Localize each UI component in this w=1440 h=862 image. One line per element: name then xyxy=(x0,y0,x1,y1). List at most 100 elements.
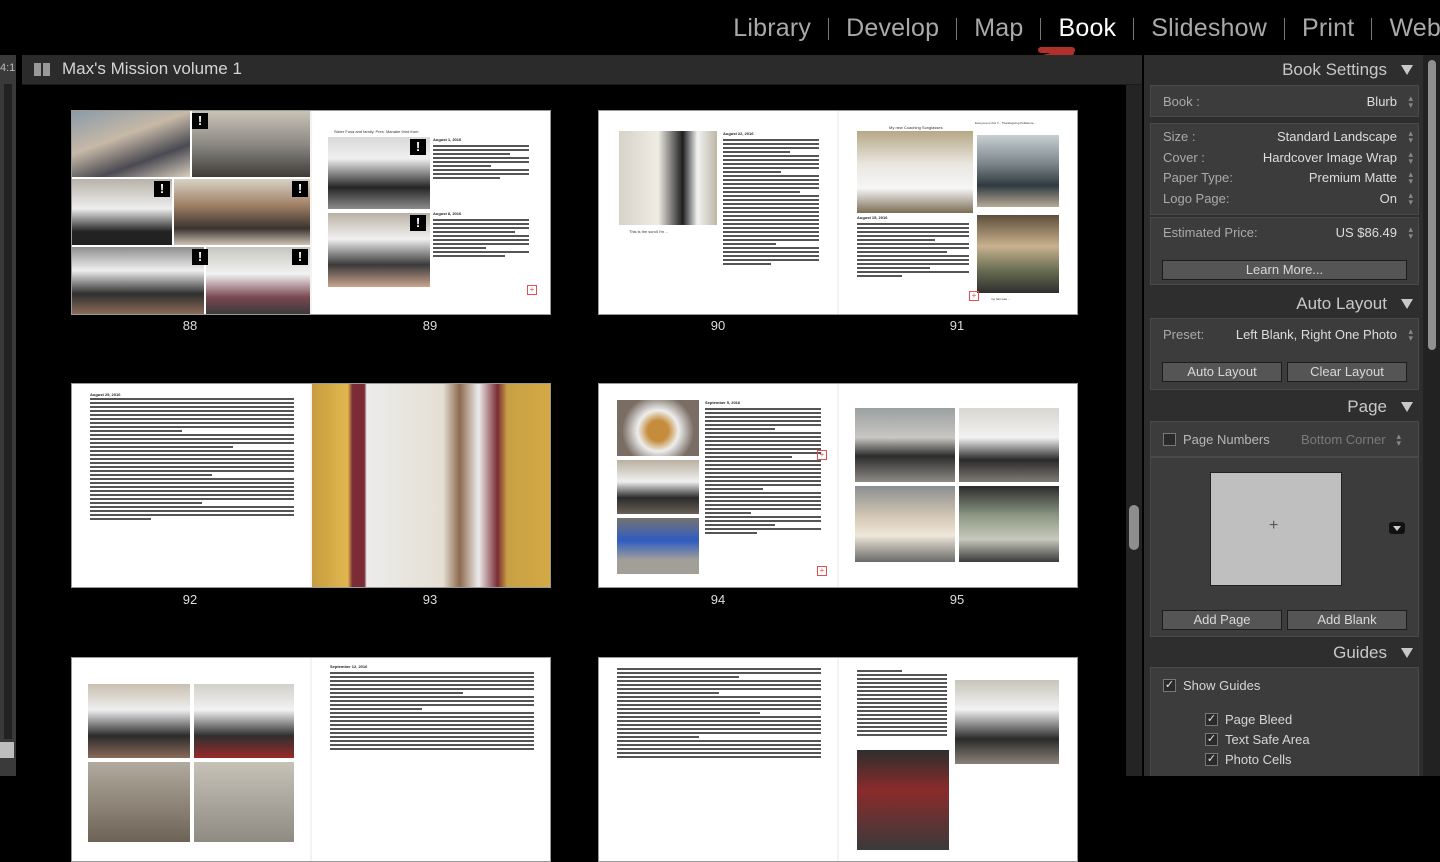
photo-cell[interactable] xyxy=(857,750,949,850)
add-blank-button[interactable]: Add Blank xyxy=(1287,610,1407,630)
photo-cell[interactable] xyxy=(855,408,955,482)
low-resolution-warning-icon[interactable]: ! xyxy=(410,215,426,231)
grid-scrollbar-track[interactable] xyxy=(1126,85,1142,776)
multi-page-view-icon[interactable] xyxy=(34,63,50,76)
module-library[interactable]: Library xyxy=(716,14,828,43)
journal-text-block[interactable] xyxy=(330,672,534,752)
collapse-triangle-icon[interactable] xyxy=(1401,299,1413,309)
low-resolution-warning-icon[interactable]: ! xyxy=(154,181,170,197)
low-resolution-warning-icon[interactable]: ! xyxy=(410,139,426,155)
photo-cell[interactable] xyxy=(72,247,204,314)
photo-cell[interactable] xyxy=(192,111,310,177)
clear-layout-button[interactable]: Clear Layout xyxy=(1287,362,1407,382)
low-resolution-warning-icon[interactable]: ! xyxy=(292,181,308,197)
book-page-95[interactable] xyxy=(839,384,1077,587)
collapse-triangle-icon[interactable] xyxy=(1401,402,1413,412)
left-scrollbar-track[interactable] xyxy=(4,84,12,739)
photo-cell[interactable] xyxy=(959,408,1059,482)
stepper-icon[interactable]: ▴ ▾ xyxy=(1408,94,1413,110)
book-page-97[interactable]: September 12, 2016 xyxy=(312,658,550,861)
module-book[interactable]: Book xyxy=(1041,14,1133,43)
grid-scrollbar-thumb[interactable] xyxy=(1129,505,1139,550)
book-page-98[interactable] xyxy=(599,658,837,861)
left-scrollbar-thumb[interactable] xyxy=(0,742,14,758)
journal-text-block[interactable] xyxy=(705,408,821,536)
book-page-91[interactable]: My new Coaching Sunglasses Everyone is t… xyxy=(839,111,1077,314)
journal-text-block[interactable] xyxy=(857,670,947,738)
module-map[interactable]: Map xyxy=(957,14,1040,43)
journal-text-block[interactable] xyxy=(857,223,969,279)
overflow-text-icon[interactable]: + xyxy=(817,450,827,460)
page-template-preview[interactable]: + xyxy=(1210,472,1342,586)
photo-cell[interactable] xyxy=(959,486,1059,562)
photo-cell[interactable] xyxy=(619,131,717,225)
template-dropdown-icon[interactable] xyxy=(1389,522,1405,534)
book-spread-94-95[interactable]: September 5, 2016 + + xyxy=(598,383,1078,588)
show-guides-checkbox[interactable]: ✓ xyxy=(1163,679,1176,692)
guides-header[interactable]: Guides xyxy=(1144,639,1423,667)
page-bleed-checkbox[interactable]: ✓ xyxy=(1205,713,1218,726)
module-print[interactable]: Print xyxy=(1285,14,1371,43)
book-value[interactable]: Blurb xyxy=(1367,94,1397,109)
size-row[interactable]: Size : Standard Landscape ▴ ▾ xyxy=(1163,129,1413,145)
preset-value[interactable]: Left Blank, Right One Photo xyxy=(1236,327,1397,342)
photo-cell[interactable] xyxy=(977,135,1059,207)
book-spread-92-93[interactable]: August 29, 2016 xyxy=(71,383,551,588)
book-spread-96-97[interactable]: September 12, 2016 xyxy=(71,657,551,862)
low-resolution-warning-icon[interactable]: ! xyxy=(292,249,308,265)
photo-cell[interactable] xyxy=(617,518,699,574)
journal-text-block[interactable] xyxy=(433,219,529,259)
page-header[interactable]: Page xyxy=(1144,393,1423,421)
stepper-icon[interactable]: ▴ ▾ xyxy=(1408,170,1413,186)
photo-cell[interactable] xyxy=(955,680,1059,764)
book-page-89[interactable]: Sister Fusa and family. Pres. Manabe thi… xyxy=(312,111,550,314)
book-spread-88-89[interactable]: ! ! ! ! ! Sister Fusa and family. Pres. … xyxy=(71,110,551,315)
paper-type-row[interactable]: Paper Type: Premium Matte ▴ ▾ xyxy=(1163,170,1413,186)
text-safe-area-checkbox[interactable]: ✓ xyxy=(1205,733,1218,746)
preset-row[interactable]: Preset: Left Blank, Right One Photo ▴ ▾ xyxy=(1163,327,1413,343)
photo-cell[interactable] xyxy=(194,762,294,842)
book-vendor-row[interactable]: Book : Blurb ▴ ▾ xyxy=(1163,94,1413,110)
collapse-triangle-icon[interactable] xyxy=(1401,648,1413,658)
module-slideshow[interactable]: Slideshow xyxy=(1134,14,1284,43)
overflow-text-icon[interactable]: + xyxy=(969,291,979,301)
right-panel-scrollbar-thumb[interactable] xyxy=(1428,60,1436,350)
zoom-level-label[interactable]: 4:1 xyxy=(0,62,15,74)
add-page-button[interactable]: Add Page xyxy=(1162,610,1282,630)
photo-cell[interactable] xyxy=(194,684,294,758)
auto-layout-header[interactable]: Auto Layout xyxy=(1144,290,1423,318)
journal-text-block[interactable] xyxy=(90,398,294,522)
book-page-92[interactable]: August 29, 2016 xyxy=(72,384,310,587)
photo-cell[interactable] xyxy=(174,179,310,245)
book-page-93[interactable] xyxy=(312,384,550,587)
journal-text-block[interactable] xyxy=(433,145,529,181)
book-page-96[interactable] xyxy=(72,658,310,861)
book-page-94[interactable]: September 5, 2016 + + xyxy=(599,384,837,587)
photo-cell[interactable] xyxy=(312,384,550,587)
module-develop[interactable]: Develop xyxy=(829,14,956,43)
photo-cell[interactable] xyxy=(977,215,1059,293)
book-page-90[interactable]: This is the scroll I'm ... August 22, 20… xyxy=(599,111,837,314)
stepper-icon[interactable]: ▴ ▾ xyxy=(1408,150,1413,166)
auto-layout-button[interactable]: Auto Layout xyxy=(1162,362,1282,382)
photo-cell[interactable] xyxy=(617,400,699,456)
learn-more-button[interactable]: Learn More... xyxy=(1162,260,1407,280)
photo-cell[interactable] xyxy=(88,684,190,758)
photo-cells-checkbox[interactable]: ✓ xyxy=(1205,753,1218,766)
book-page-grid[interactable]: ! ! ! ! ! Sister Fusa and family. Pres. … xyxy=(22,85,1126,862)
stepper-icon[interactable]: ▴ ▾ xyxy=(1408,327,1413,343)
photo-cell[interactable] xyxy=(855,486,955,562)
module-web[interactable]: Web xyxy=(1372,14,1440,43)
book-page-99[interactable] xyxy=(839,658,1077,861)
stepper-icon[interactable]: ▴ ▾ xyxy=(1408,129,1413,145)
stepper-icon[interactable]: ▴ ▾ xyxy=(1408,191,1413,207)
page-numbers-checkbox[interactable] xyxy=(1163,433,1176,446)
photo-cell[interactable] xyxy=(88,762,190,842)
book-spread-90-91[interactable]: This is the scroll I'm ... August 22, 20… xyxy=(598,110,1078,315)
low-resolution-warning-icon[interactable]: ! xyxy=(192,113,208,129)
book-settings-header[interactable]: Book Settings xyxy=(1144,56,1423,84)
logo-page-row[interactable]: Logo Page: On ▴ ▾ xyxy=(1163,191,1413,207)
collapse-triangle-icon[interactable] xyxy=(1401,65,1413,75)
journal-text-block[interactable] xyxy=(723,139,819,267)
overflow-text-icon[interactable]: + xyxy=(527,285,537,295)
